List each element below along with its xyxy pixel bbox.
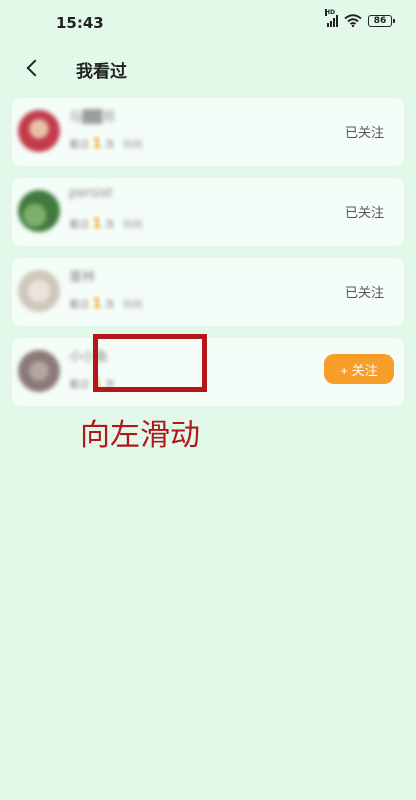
- list-item[interactable]: persist 看过 1 次刚刚 已关注: [12, 178, 404, 246]
- followed-status[interactable]: 已关注: [345, 202, 384, 221]
- list-item[interactable]: 墨林 看过 1 次刚刚 已关注: [12, 258, 404, 326]
- signal-icon: HD: [325, 8, 338, 27]
- view-meta: 看过 1 次刚刚: [69, 216, 143, 232]
- status-time: 15:43: [56, 14, 104, 32]
- meta-prefix: 看过: [69, 140, 89, 151]
- user-name: 墨林: [69, 270, 96, 285]
- viewer-list: 与▓▓邓 看过 1 次刚刚 已关注 persist 看过 1 次刚刚 已关注 墨林 看过…: [12, 98, 404, 418]
- followed-status[interactable]: 已关注: [345, 122, 384, 141]
- avatar[interactable]: [18, 270, 60, 312]
- battery-icon: 86: [368, 14, 395, 27]
- meta-prefix: 看过: [69, 300, 89, 311]
- hd-label: HD: [325, 8, 336, 16]
- meta-prefix: 看过: [69, 220, 89, 231]
- meta-suffix: 次: [104, 140, 115, 151]
- annotation-text: 向左滑动: [80, 418, 200, 453]
- avatar[interactable]: [18, 190, 60, 232]
- status-bar: 15:43 HD 86: [0, 0, 416, 46]
- wifi-icon: [344, 14, 362, 27]
- user-name: 与▓▓邓: [69, 110, 115, 125]
- meta-suffix: 次: [104, 220, 115, 231]
- followed-status[interactable]: 已关注: [345, 282, 384, 301]
- avatar[interactable]: [18, 350, 60, 392]
- user-name: persist: [69, 186, 113, 201]
- chevron-left-icon: [26, 59, 43, 77]
- page-title: 我看过: [76, 62, 127, 82]
- status-icons: HD 86: [325, 8, 395, 27]
- list-item[interactable]: 小小鱼 看过 1 次 + 关注: [12, 338, 404, 406]
- follow-button[interactable]: + 关注: [324, 354, 394, 384]
- view-count: 1: [92, 136, 102, 152]
- view-count: 1: [92, 216, 102, 232]
- view-time: 刚刚: [122, 140, 143, 151]
- battery-level: 86: [373, 15, 387, 26]
- header: 我看过: [0, 46, 416, 90]
- meta-prefix: 看过: [69, 380, 89, 391]
- view-meta: 看过 1 次刚刚: [69, 136, 143, 152]
- view-count: 1: [92, 296, 102, 312]
- back-button[interactable]: [16, 52, 48, 84]
- view-meta: 看过 1 次刚刚: [69, 296, 143, 312]
- avatar[interactable]: [18, 110, 60, 152]
- view-time: 刚刚: [122, 300, 143, 311]
- view-time: 刚刚: [122, 220, 143, 231]
- annotation-box: [93, 334, 207, 392]
- list-item[interactable]: 与▓▓邓 看过 1 次刚刚 已关注: [12, 98, 404, 166]
- meta-suffix: 次: [104, 300, 115, 311]
